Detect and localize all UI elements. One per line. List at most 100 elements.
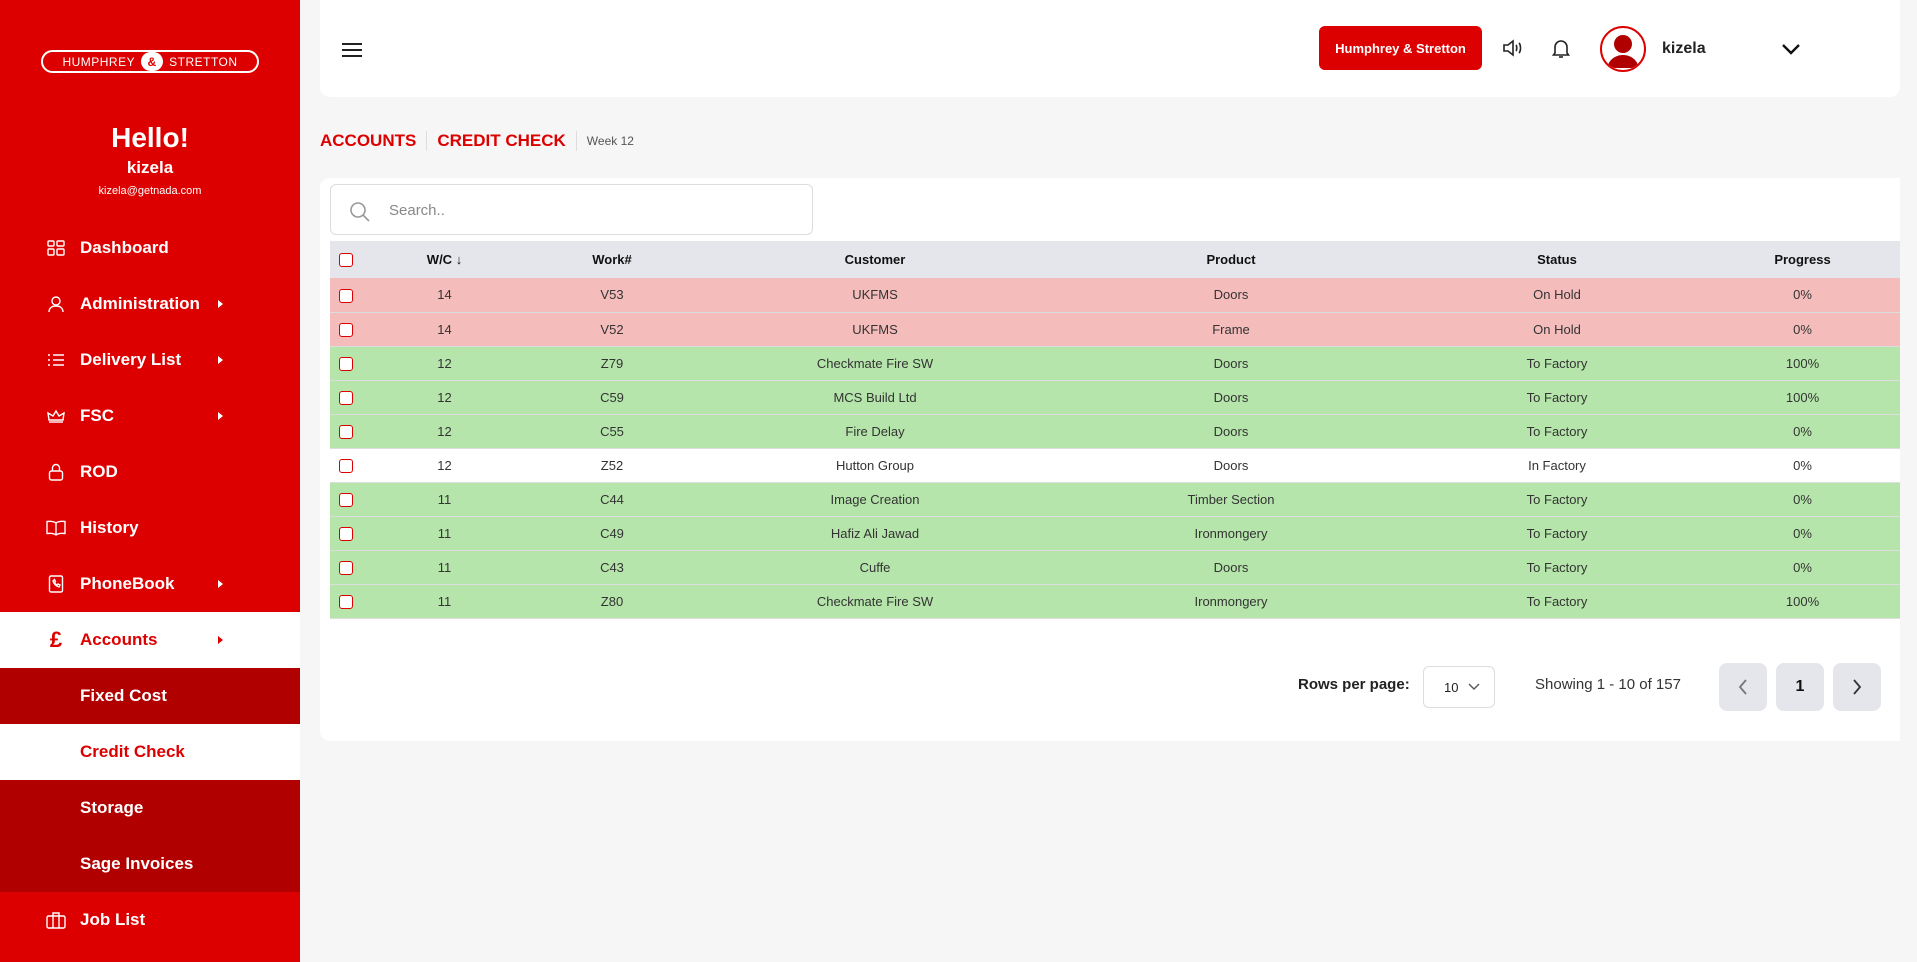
sidebar-item-phonebook[interactable]: PhoneBook — [0, 556, 300, 612]
chevron-down-icon[interactable] — [1780, 42, 1804, 60]
sidebar-subitem-fixed-cost[interactable]: Fixed Cost — [0, 668, 300, 724]
rows-per-page-value: 10 — [1444, 679, 1459, 695]
row-checkbox-cell — [330, 380, 362, 415]
row-checkbox[interactable] — [339, 594, 353, 609]
sidebar-item-delivery-list[interactable]: Delivery List — [0, 332, 300, 388]
row-checkbox[interactable] — [339, 458, 353, 473]
cell-progress: 0% — [1705, 448, 1900, 483]
sidebar-subitem-storage[interactable]: Storage — [0, 780, 300, 836]
table-row[interactable]: 11 C49 Hafiz Ali Jawad Ironmongery To Factor… — [330, 516, 1900, 551]
table-row[interactable]: 12 Z79 Checkmate Fire SW Doors To Factory 100… — [330, 346, 1900, 381]
row-checkbox[interactable] — [339, 492, 353, 507]
bell-icon[interactable] — [1549, 36, 1573, 60]
row-checkbox-cell — [330, 346, 362, 381]
cell-progress: 100% — [1705, 380, 1900, 415]
sidebar-item-administration[interactable]: Administration — [0, 276, 300, 332]
column-header-customer[interactable]: Customer — [697, 241, 1053, 278]
cell-work: V53 — [527, 278, 697, 313]
greeting-hello: Hello! — [111, 122, 189, 153]
cell-wc: 14 — [362, 312, 527, 347]
breadcrumb-credit-check[interactable]: CREDIT CHECK — [437, 131, 565, 151]
sidebar-item-label: FSC — [80, 406, 114, 425]
brand-left: HUMPHREY — [62, 54, 136, 69]
cell-progress: 0% — [1705, 550, 1900, 585]
sidebar-subitem-credit-check[interactable]: Credit Check — [0, 724, 300, 780]
table-row[interactable]: 11 Z80 Checkmate Fire SW Ironmongery To Fact… — [330, 584, 1900, 619]
column-header-wc[interactable]: W/C ↓ — [362, 241, 527, 278]
avatar[interactable] — [1600, 26, 1646, 72]
cell-status: To Factory — [1409, 584, 1705, 619]
select-all-checkbox[interactable] — [339, 253, 353, 268]
top-username[interactable]: kizela — [1662, 40, 1706, 58]
cell-work: Z79 — [527, 346, 697, 381]
table-row[interactable]: 12 Z52 Hutton Group Doors In Factory 0% — [330, 448, 1900, 483]
sort-desc-icon: ↓ — [455, 252, 463, 267]
chevron-left-icon — [1738, 679, 1747, 695]
cell-wc: 12 — [362, 414, 527, 449]
table-row[interactable]: 14 V53 UKFMS Doors On Hold 0% — [330, 278, 1900, 313]
row-checkbox[interactable] — [339, 560, 353, 575]
phonebook-icon — [46, 574, 66, 594]
breadcrumb: ACCOUNTS CREDIT CHECK Week 12 — [320, 130, 634, 152]
table-row[interactable]: 14 V52 UKFMS Frame On Hold 0% — [330, 312, 1900, 347]
column-header-progress[interactable]: Progress — [1705, 241, 1900, 278]
search-input[interactable] — [389, 197, 789, 223]
sidebar-subitem-sage-invoices[interactable]: Sage Invoices — [0, 836, 300, 892]
cell-wc: 12 — [362, 380, 527, 415]
rows-per-page-select[interactable]: 10 — [1423, 666, 1495, 708]
cell-wc: 14 — [362, 278, 527, 313]
column-header-product[interactable]: Product — [1053, 241, 1409, 278]
cell-customer: Hutton Group — [697, 448, 1053, 483]
menu-toggle-icon[interactable] — [342, 43, 362, 59]
cell-wc: 11 — [362, 550, 527, 585]
sidebar-item-accounts[interactable]: £ Accounts — [0, 612, 300, 668]
speaker-icon[interactable] — [1500, 36, 1524, 60]
cell-status: On Hold — [1409, 312, 1705, 347]
row-checkbox[interactable] — [339, 526, 353, 541]
lock-icon — [46, 462, 66, 482]
next-page-button[interactable] — [1833, 663, 1881, 711]
row-checkbox[interactable] — [339, 356, 353, 371]
row-checkbox[interactable] — [339, 390, 353, 405]
brand-logo[interactable]: HUMPHREY & STRETTON — [41, 50, 259, 73]
row-checkbox-cell — [330, 482, 362, 517]
column-header-work[interactable]: Work# — [527, 241, 697, 278]
rows-per-page-label: Rows per page: — [1298, 676, 1410, 693]
cell-product: Ironmongery — [1053, 584, 1409, 619]
page-number-button[interactable]: 1 — [1776, 663, 1824, 711]
column-header-status[interactable]: Status — [1409, 241, 1705, 278]
company-button[interactable]: Humphrey & Stretton — [1319, 26, 1482, 70]
cell-product: Ironmongery — [1053, 516, 1409, 551]
sidebar-item-history[interactable]: History — [0, 500, 300, 556]
breadcrumb-divider — [575, 131, 577, 151]
row-checkbox-cell — [330, 516, 362, 551]
chevron-down-icon — [1468, 683, 1480, 690]
sidebar-item-rod[interactable]: ROD — [0, 444, 300, 500]
row-checkbox[interactable] — [339, 322, 353, 337]
prev-page-button[interactable] — [1719, 663, 1767, 711]
book-icon — [46, 518, 66, 538]
breadcrumb-accounts[interactable]: ACCOUNTS — [320, 131, 416, 151]
table-row[interactable]: 12 C55 Fire Delay Doors To Factory 0% — [330, 414, 1900, 449]
sidebar-item-fsc[interactable]: FSC — [0, 388, 300, 444]
greeting-name: kizela — [126, 158, 174, 177]
sidebar-item-job-list[interactable]: Job List — [0, 892, 300, 948]
table-row[interactable]: 12 C59 MCS Build Ltd Doors To Factory 100% — [330, 380, 1900, 415]
row-checkbox-cell — [330, 414, 362, 449]
cell-product: Doors — [1053, 550, 1409, 585]
caret-right-icon — [218, 356, 223, 364]
table-row[interactable]: 11 C44 Image Creation Timber Section To Fact… — [330, 482, 1900, 517]
cell-wc: 11 — [362, 516, 527, 551]
list-icon — [46, 350, 66, 370]
column-label: W/C — [426, 252, 453, 267]
sidebar-item-dashboard[interactable]: Dashboard — [0, 220, 300, 276]
cell-status: To Factory — [1409, 516, 1705, 551]
cell-work: C43 — [527, 550, 697, 585]
row-checkbox[interactable] — [339, 424, 353, 439]
row-checkbox[interactable] — [339, 288, 353, 303]
sidebar-item-label: Administration — [80, 294, 200, 313]
search-box[interactable] — [330, 184, 813, 235]
table-row[interactable]: 11 C43 Cuffe Doors To Factory 0% — [330, 550, 1900, 585]
breadcrumb-week: Week 12 — [586, 134, 634, 148]
sidebar-nav: Dashboard Administration Delivery List F… — [0, 220, 300, 948]
